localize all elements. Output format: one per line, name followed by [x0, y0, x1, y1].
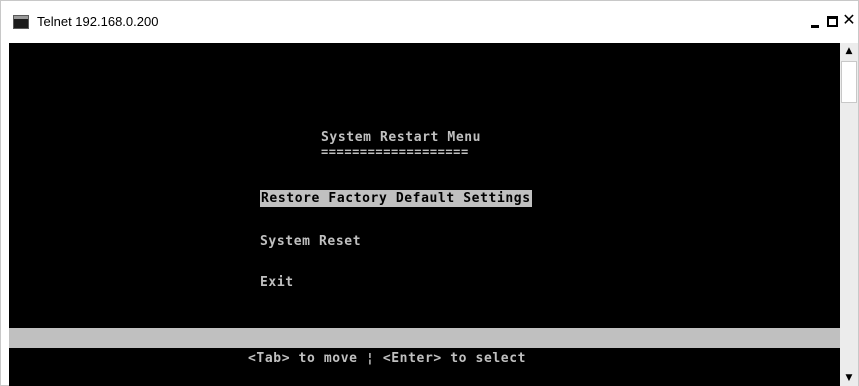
menu-item-restore-factory-defaults[interactable]: Restore Factory Default Settings — [260, 190, 532, 207]
telnet-window: Telnet 192.168.0.200 ✕ System Restart Me… — [0, 0, 859, 386]
telnet-terminal-icon — [13, 15, 29, 29]
menu-item-system-reset[interactable]: System Reset — [260, 233, 361, 250]
close-icon[interactable]: ✕ — [841, 11, 857, 29]
menu-title-underline: =================== — [321, 145, 469, 159]
status-separator-bar — [9, 328, 840, 348]
menu-item-exit[interactable]: Exit — [260, 274, 294, 291]
scroll-up-arrow-icon[interactable]: ▲ — [840, 43, 858, 59]
minimize-icon[interactable] — [811, 25, 819, 28]
title-bar[interactable]: Telnet 192.168.0.200 ✕ — [1, 1, 858, 41]
navigation-hint: <Tab> to move ¦ <Enter> to select — [248, 351, 527, 366]
scroll-down-arrow-icon[interactable]: ▼ — [840, 370, 858, 386]
maximize-icon[interactable] — [827, 16, 838, 27]
window-title: Telnet 192.168.0.200 — [37, 14, 159, 29]
terminal-screen[interactable]: System Restart Menu =================== … — [9, 43, 840, 386]
scrollbar-thumb[interactable] — [841, 61, 857, 103]
vertical-scrollbar[interactable]: ▲ ▼ — [840, 43, 858, 386]
